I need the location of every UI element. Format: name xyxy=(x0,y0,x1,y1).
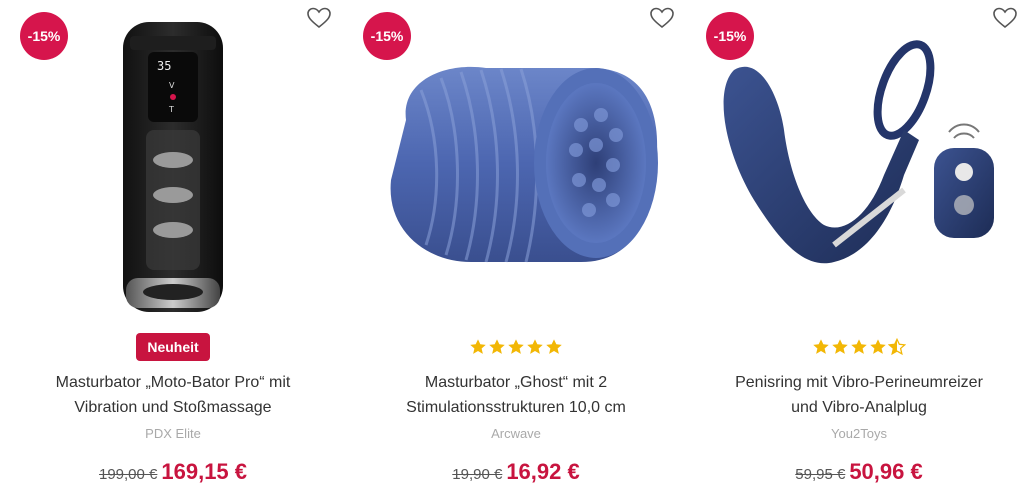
wishlist-heart-icon[interactable] xyxy=(306,6,332,30)
svg-text:V: V xyxy=(169,81,175,90)
rating-row xyxy=(351,332,681,362)
rating-row xyxy=(694,332,1024,362)
star-full-icon xyxy=(832,339,848,354)
product-title-line-2[interactable]: und Vibro-Analplug xyxy=(709,395,1009,420)
sale-price: 50,96 € xyxy=(849,459,923,484)
star-full-icon xyxy=(508,339,524,354)
product-title-line-1[interactable]: Masturbator „Ghost“ mit 2 xyxy=(366,370,666,395)
svg-text:T: T xyxy=(168,105,174,114)
rating-stars xyxy=(469,338,563,356)
product-title[interactable]: Penisring mit Vibro-Perineumreizer und V… xyxy=(709,370,1009,420)
wishlist-heart-icon[interactable] xyxy=(992,6,1018,30)
star-full-icon xyxy=(546,339,562,354)
product-brand: PDX Elite xyxy=(145,426,201,441)
product-card[interactable]: 35 V T -15% Neuheit Masturbator „Moto-Ba… xyxy=(8,0,338,494)
old-price: 199,00 € xyxy=(98,466,158,483)
old-price: 19,90 € xyxy=(452,466,503,483)
product-image-area[interactable]: 35 V T -15% xyxy=(8,0,338,320)
discount-badge: -15% xyxy=(363,12,411,60)
discount-badge: -15% xyxy=(20,12,68,60)
product-title-line-1[interactable]: Masturbator „Moto-Bator Pro“ mit xyxy=(23,370,323,395)
price-row: 19,90 € 16,92 € xyxy=(351,459,681,485)
star-full-icon xyxy=(527,339,543,354)
product-brand: You2Toys xyxy=(831,426,887,441)
product-meta: Neuheit Masturbator „Moto-Bator Pro“ mit… xyxy=(8,332,338,485)
star-full-icon xyxy=(870,339,886,354)
discount-badge: -15% xyxy=(706,12,754,60)
star-full-icon xyxy=(489,339,505,354)
sale-price: 169,15 € xyxy=(161,459,248,484)
star-full-icon xyxy=(470,339,486,354)
old-price: 59,95 € xyxy=(795,466,846,483)
star-half-icon xyxy=(888,338,906,356)
product-title-line-2[interactable]: Stimulationsstrukturen 10,0 cm xyxy=(366,395,666,420)
price-row: 199,00 € 169,15 € xyxy=(8,459,338,485)
wishlist-heart-icon[interactable] xyxy=(649,6,675,30)
product-title[interactable]: Masturbator „Ghost“ mit 2 Stimulationsst… xyxy=(366,370,666,420)
product-grid: 35 V T -15% Neuheit Masturbator „Moto-Ba… xyxy=(0,0,1024,494)
star-full-icon xyxy=(813,339,829,354)
price-row: 59,95 € 50,96 € xyxy=(694,459,1024,485)
svg-text:35: 35 xyxy=(157,59,171,73)
product-brand: Arcwave xyxy=(491,426,541,441)
sale-price: 16,92 € xyxy=(506,459,580,484)
product-image-area[interactable]: -15% xyxy=(694,0,1024,320)
product-meta: Masturbator „Ghost“ mit 2 Stimulationsst… xyxy=(351,332,681,485)
product-title[interactable]: Masturbator „Moto-Bator Pro“ mit Vibrati… xyxy=(23,370,323,420)
star-full-icon xyxy=(851,339,867,354)
product-title-line-1[interactable]: Penisring mit Vibro-Perineumreizer xyxy=(709,370,1009,395)
badge-row: Neuheit xyxy=(8,332,338,362)
product-title-line-2[interactable]: Vibration und Stoßmassage xyxy=(23,395,323,420)
product-card[interactable]: -15% Masturbator „Ghost“ mit 2 Stimulati… xyxy=(351,0,681,494)
rating-stars xyxy=(812,338,906,356)
product-card[interactable]: -15% Penisring mit Vibro-Perineumreizer … xyxy=(694,0,1024,494)
product-meta: Penisring mit Vibro-Perineumreizer und V… xyxy=(694,332,1024,485)
new-badge: Neuheit xyxy=(136,333,210,361)
product-image-area[interactable]: -15% xyxy=(351,0,681,320)
